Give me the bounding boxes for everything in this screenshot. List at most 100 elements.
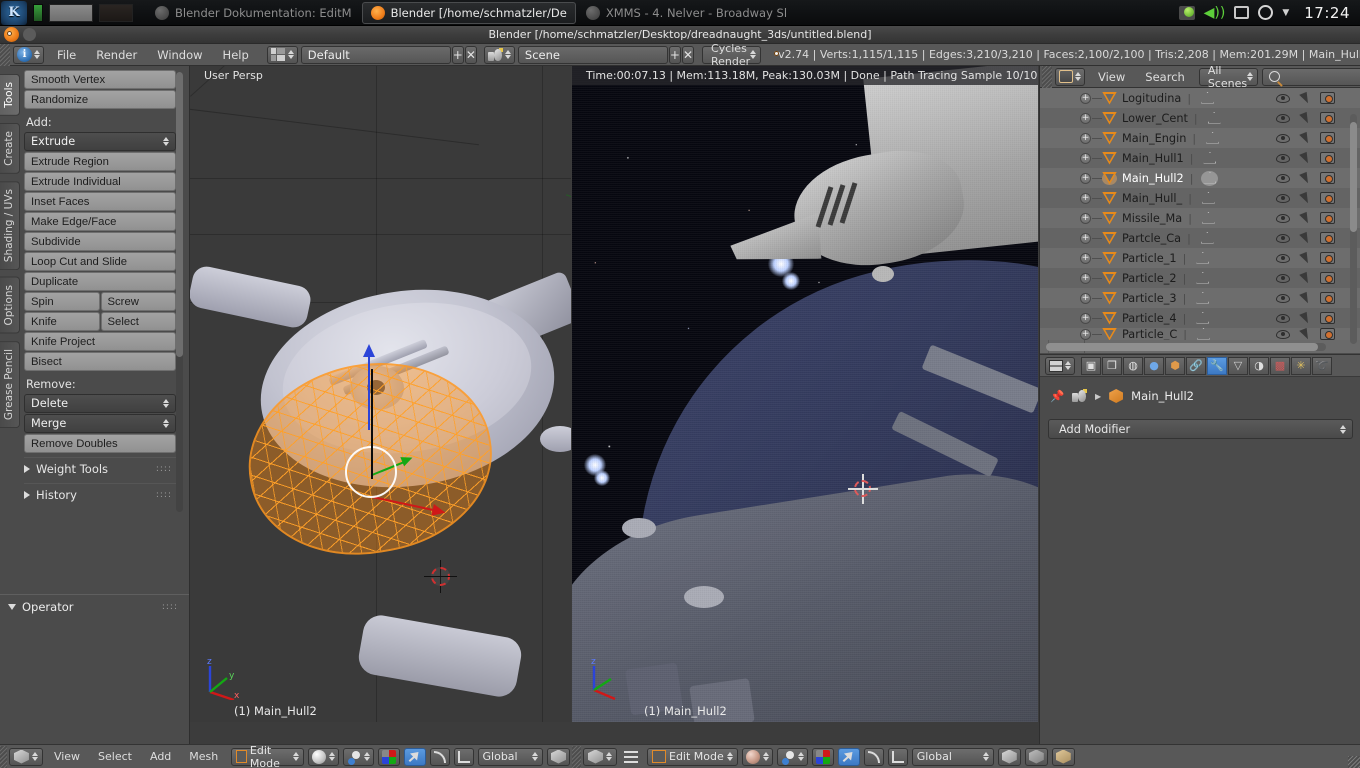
- scene-browse-button[interactable]: [483, 45, 515, 64]
- visibility-eye-icon[interactable]: [1276, 313, 1290, 323]
- outliner-row[interactable]: + Main_Hull_ |: [1040, 188, 1360, 208]
- visibility-eye-icon[interactable]: [1276, 133, 1290, 143]
- desktop-preview-2[interactable]: [99, 3, 133, 22]
- manipulator-toggle-move[interactable]: [837, 747, 860, 766]
- editor-type-selector-renderview[interactable]: [583, 747, 617, 766]
- renderable-camera-icon[interactable]: [1320, 152, 1335, 164]
- outliner-row[interactable]: + Particle_2 |: [1040, 268, 1360, 288]
- selectable-cursor-icon[interactable]: [1299, 171, 1311, 185]
- selectable-cursor-icon[interactable]: [1299, 291, 1311, 305]
- smooth-vertex-button[interactable]: Smooth Vertex: [24, 70, 176, 89]
- renderable-camera-icon[interactable]: [1320, 312, 1335, 324]
- renderable-camera-icon[interactable]: [1320, 328, 1335, 340]
- outliner-row[interactable]: + Particle_3 |: [1040, 288, 1360, 308]
- renderable-camera-icon[interactable]: [1320, 172, 1335, 184]
- properties-tab-particles[interactable]: ✳: [1291, 356, 1311, 375]
- outliner-row[interactable]: + Particle_4 |: [1040, 308, 1360, 328]
- properties-tab-material[interactable]: ◑: [1249, 356, 1269, 375]
- visibility-eye-icon[interactable]: [1276, 93, 1290, 103]
- visibility-eye-icon[interactable]: [1276, 273, 1290, 283]
- spin-button[interactable]: Spin: [24, 292, 100, 311]
- visibility-eye-icon[interactable]: [1276, 293, 1290, 303]
- visibility-eye-icon[interactable]: [1276, 193, 1290, 203]
- bisect-button[interactable]: Bisect: [24, 352, 176, 371]
- drag-handle-icon[interactable]: ::::: [162, 602, 178, 612]
- properties-tab-physics[interactable]: ➰: [1312, 356, 1332, 375]
- outliner-vertical-scrollbar[interactable]: [1350, 114, 1357, 344]
- manipulator-toggle-translate[interactable]: [377, 747, 400, 766]
- outliner-row[interactable]: + Missile_Ma |: [1040, 208, 1360, 228]
- renderable-camera-icon[interactable]: [1320, 92, 1335, 104]
- 3d-cursor[interactable]: [424, 560, 457, 593]
- renderable-camera-icon[interactable]: [1320, 292, 1335, 304]
- viewport-shading-dropdown[interactable]: [307, 747, 339, 766]
- properties-tab-render-layers[interactable]: ❐: [1102, 356, 1122, 375]
- add-screen-layout-button[interactable]: +: [451, 45, 464, 64]
- selectable-cursor-icon[interactable]: [1299, 191, 1311, 205]
- selectable-cursor-icon[interactable]: [1299, 251, 1311, 265]
- tab-grease-pencil[interactable]: Grease Pencil: [0, 340, 20, 428]
- pivot-point-dropdown[interactable]: [776, 747, 808, 766]
- header-grip[interactable]: [1042, 65, 1052, 88]
- delete-screen-layout-button[interactable]: ✕: [464, 45, 477, 64]
- editor-type-selector-properties[interactable]: [1045, 356, 1075, 375]
- visibility-eye-icon[interactable]: [1276, 213, 1290, 223]
- tool-shelf-scrollbar[interactable]: [176, 72, 183, 512]
- renderable-camera-icon[interactable]: [1320, 252, 1335, 264]
- selectable-cursor-icon[interactable]: [1299, 91, 1311, 105]
- scene-name-field[interactable]: Scene: [517, 45, 668, 64]
- 3d-cursor[interactable]: [848, 474, 878, 504]
- tab-options[interactable]: Options: [0, 276, 20, 334]
- properties-tab-modifiers[interactable]: 🔧: [1207, 356, 1227, 375]
- delete-scene-button[interactable]: ✕: [681, 45, 695, 64]
- outliner-row[interactable]: + Main_Engin |: [1040, 128, 1360, 148]
- outliner-row[interactable]: + Logitudina |: [1040, 88, 1360, 108]
- expand-icon[interactable]: +: [1080, 172, 1091, 184]
- expand-icon[interactable]: +: [1080, 328, 1091, 340]
- renderable-camera-icon[interactable]: [1320, 272, 1335, 284]
- renderable-camera-icon[interactable]: [1320, 232, 1335, 244]
- tab-create[interactable]: Create: [0, 122, 20, 174]
- viewport-rendered[interactable]: Time:00:07.13 | Mem:113.18M, Peak:130.03…: [572, 66, 1038, 722]
- renderable-camera-icon[interactable]: [1320, 212, 1335, 224]
- loop-cut-and-slide-button[interactable]: Loop Cut and Slide: [24, 252, 176, 271]
- manipulator-toggle-scale[interactable]: [453, 747, 474, 766]
- desktop-preview-1[interactable]: [49, 3, 93, 22]
- selectable-cursor-icon[interactable]: [1299, 231, 1311, 245]
- expand-icon[interactable]: +: [1080, 272, 1091, 284]
- manipulator-toggle-scale[interactable]: [887, 747, 908, 766]
- extrude-individual-button[interactable]: Extrude Individual: [24, 172, 176, 191]
- outliner-display-mode-dropdown[interactable]: All Scenes: [1198, 64, 1259, 90]
- transform-orientation-dropdown[interactable]: Global: [911, 747, 994, 766]
- outliner-search-field[interactable]: [1262, 67, 1360, 87]
- viewport-shading-dropdown[interactable]: [741, 747, 773, 766]
- operator-panel-header[interactable]: Operator ::::: [0, 595, 189, 619]
- menu-help[interactable]: Help: [213, 44, 259, 66]
- properties-tab-texture[interactable]: ▩: [1270, 356, 1290, 375]
- tab-shading-uvs[interactable]: Shading / UVs: [0, 180, 20, 270]
- properties-tab-scene[interactable]: ◍: [1123, 356, 1143, 375]
- editor-type-selector-info[interactable]: i: [13, 45, 44, 64]
- selectable-cursor-icon[interactable]: [1299, 211, 1311, 225]
- menu-window[interactable]: Window: [147, 44, 212, 66]
- taskbar-item-xmms[interactable]: XMMS - 4. Nelver - Broadway Sl: [578, 2, 795, 24]
- viewport-menu-select[interactable]: Select: [89, 750, 141, 763]
- expand-icon[interactable]: +: [1080, 152, 1091, 164]
- expand-icon[interactable]: +: [1080, 252, 1091, 264]
- pivot-point-dropdown[interactable]: [342, 747, 374, 766]
- editor-type-selector-outliner[interactable]: [1055, 67, 1085, 86]
- message-icon[interactable]: [1178, 5, 1195, 20]
- expand-icon[interactable]: +: [1080, 112, 1091, 124]
- visibility-eye-icon[interactable]: [1276, 113, 1290, 123]
- expand-icon[interactable]: +: [1080, 232, 1091, 244]
- window-resize-grip[interactable]: [1348, 756, 1360, 768]
- manipulator-toggle-translate[interactable]: [811, 747, 834, 766]
- screen-layout-browse-button[interactable]: [266, 45, 298, 64]
- viewport-menu-view[interactable]: View: [45, 750, 89, 763]
- selectable-cursor-icon[interactable]: [1299, 271, 1311, 285]
- selectable-cursor-icon[interactable]: [1299, 311, 1311, 325]
- renderable-camera-icon[interactable]: [1320, 192, 1335, 204]
- expand-icon[interactable]: +: [1080, 92, 1091, 104]
- properties-tab-object[interactable]: ⬢: [1165, 356, 1185, 375]
- window-menu-icon[interactable]: [23, 28, 36, 41]
